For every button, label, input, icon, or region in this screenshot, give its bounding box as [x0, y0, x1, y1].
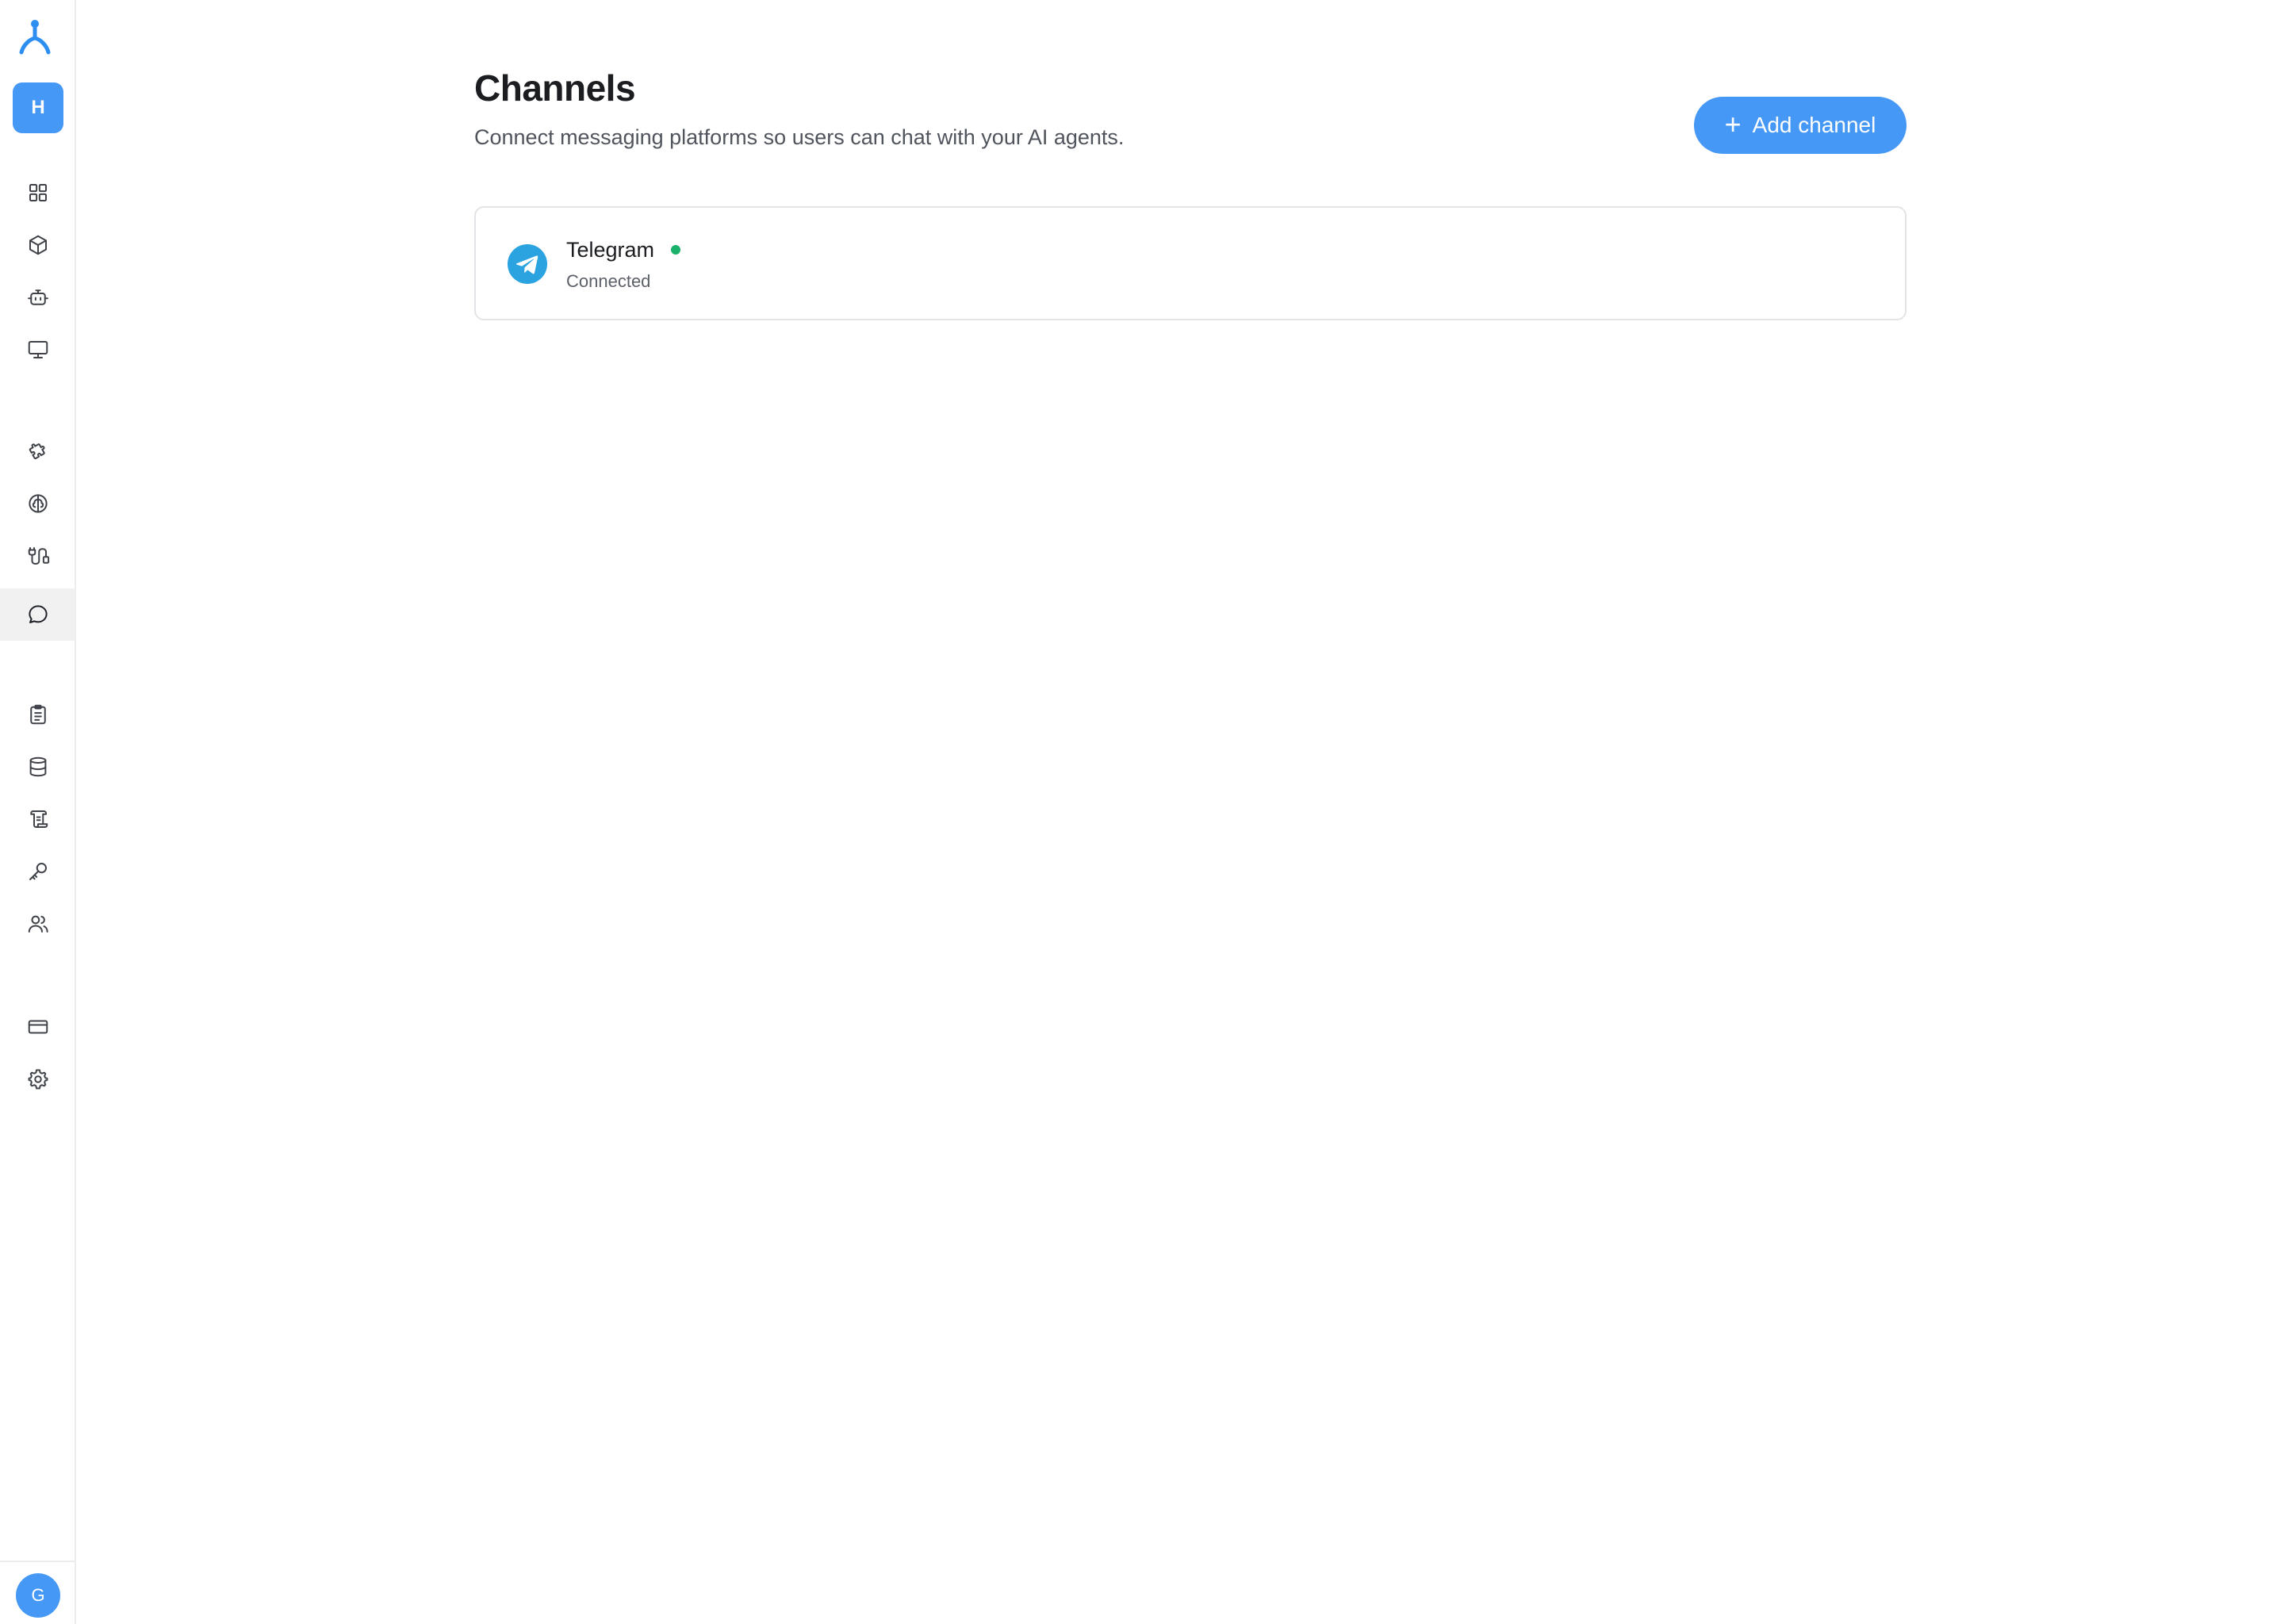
add-channel-label: Add channel [1752, 113, 1876, 137]
monitor-icon [28, 341, 48, 358]
grid-icon [29, 184, 47, 201]
sidebar-item-settings[interactable] [0, 1053, 75, 1105]
workspace-avatar[interactable]: H [13, 82, 63, 133]
puzzle-icon [29, 443, 45, 460]
key-icon [29, 863, 47, 880]
channel-card-telegram[interactable]: Telegram Connected [474, 206, 1907, 320]
channel-name: Telegram [566, 238, 655, 262]
sidebar-item-tasks[interactable] [0, 688, 75, 741]
channel-status: Connected [566, 271, 651, 291]
plus-icon: + [1724, 107, 1742, 140]
user-avatar[interactable]: G [16, 1573, 60, 1618]
telegram-icon [508, 244, 547, 284]
sidebar-item-knowledge[interactable] [0, 477, 75, 530]
sidebar-item-team[interactable] [0, 898, 75, 950]
gear-icon [28, 1069, 48, 1090]
cube-icon [29, 235, 47, 255]
scroll-icon [29, 810, 48, 828]
sidebar-item-billing[interactable] [0, 1001, 75, 1053]
sidebar-footer: G [0, 1561, 75, 1624]
users-icon [28, 915, 48, 933]
sidebar-item-logs[interactable] [0, 793, 75, 845]
sidebar-item-api-keys[interactable] [0, 845, 75, 898]
sidebar-item-dashboard[interactable] [0, 167, 75, 219]
add-channel-button[interactable]: + Add channel [1694, 97, 1907, 154]
database-icon [29, 756, 46, 777]
sidebar-item-desktops[interactable] [0, 324, 75, 376]
page-subtitle: Connect messaging platforms so users can… [474, 125, 1125, 149]
page-title: Channels [474, 67, 636, 109]
route-icon [28, 547, 49, 565]
sidebar-item-packages[interactable] [0, 219, 75, 271]
chat-icon [28, 605, 48, 623]
sidebar: H G [0, 0, 76, 1624]
brain-icon [28, 494, 48, 513]
sidebar-item-integrations[interactable] [0, 425, 75, 477]
sidebar-item-workflows[interactable] [0, 530, 75, 582]
status-indicator [671, 245, 680, 255]
robot-icon [27, 289, 48, 305]
branch-logo-icon[interactable] [16, 17, 54, 56]
sidebar-item-agents[interactable] [0, 271, 75, 324]
credit-card-icon [28, 1020, 48, 1034]
sidebar-item-data[interactable] [0, 741, 75, 793]
clipboard-icon [29, 704, 46, 725]
sidebar-item-channels[interactable] [0, 588, 75, 641]
